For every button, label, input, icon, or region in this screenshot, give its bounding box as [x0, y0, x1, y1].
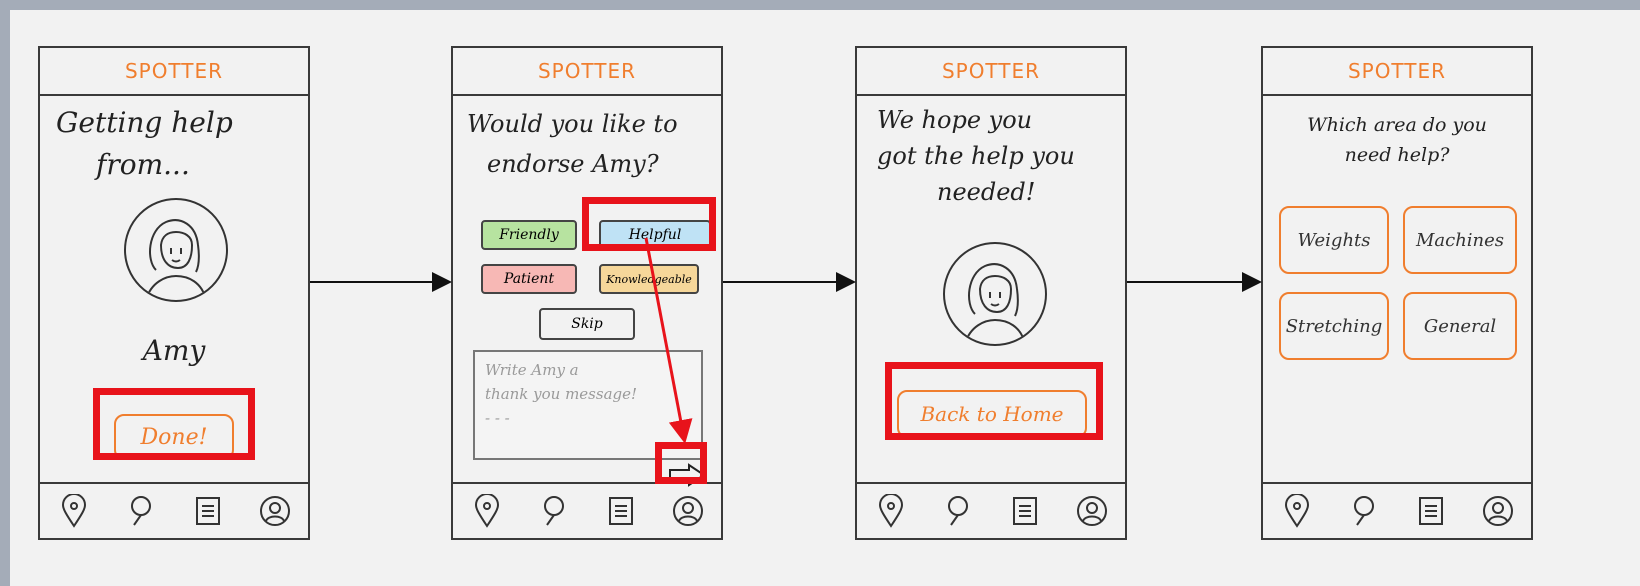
flow-overlay: [310, 237, 1262, 444]
highlight-arrow: [644, 237, 693, 444]
storyboard-canvas: SPOTTER Getting help from... Amy Done! S…: [0, 0, 1640, 586]
